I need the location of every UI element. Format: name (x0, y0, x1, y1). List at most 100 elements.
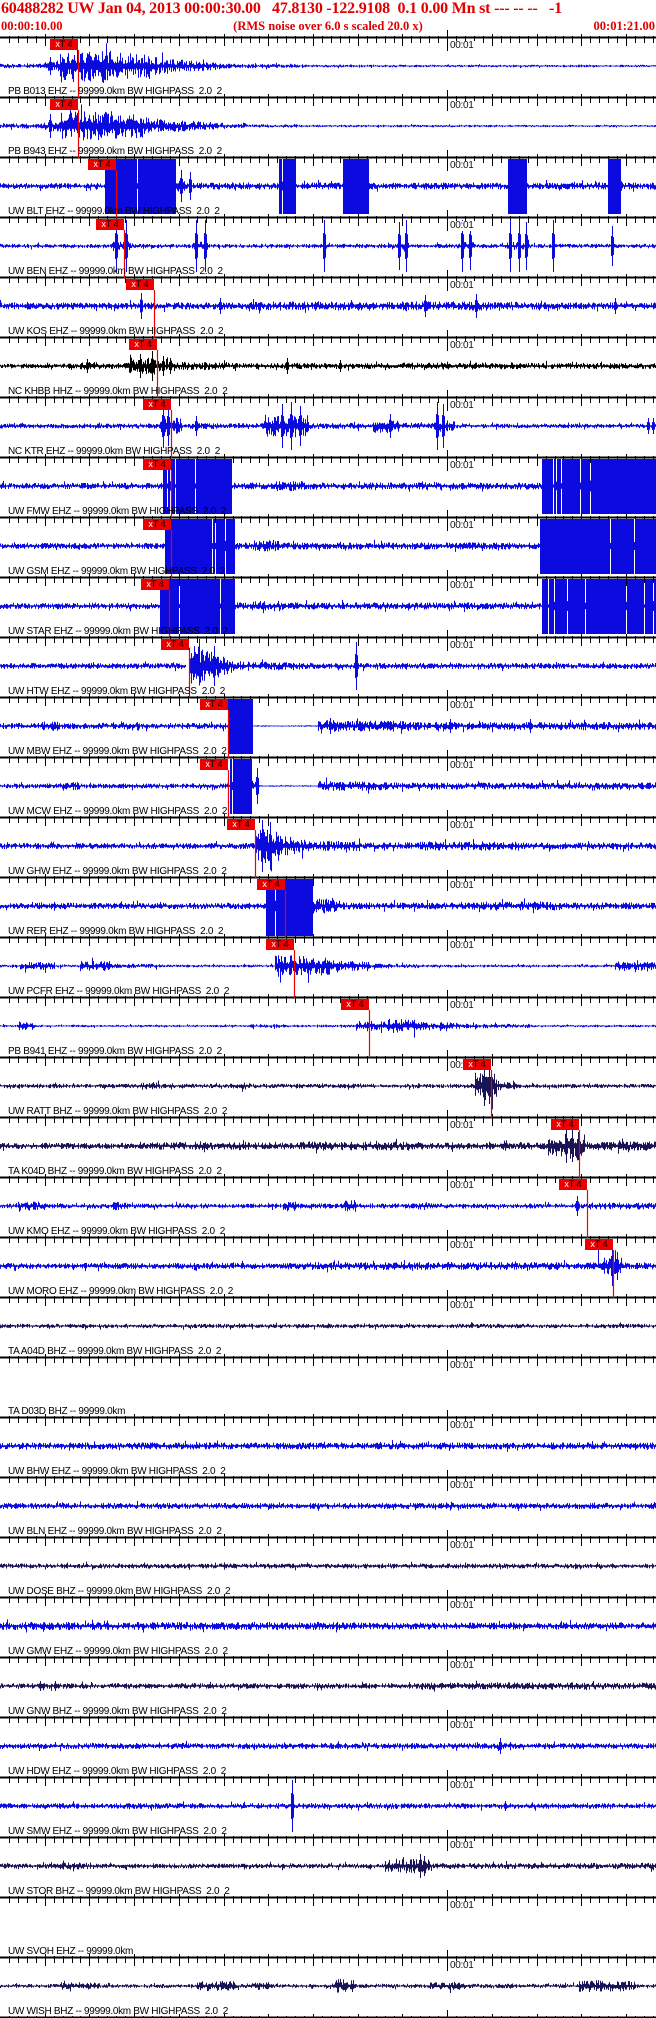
pick-flag-uw-ghw-ehz[interactable]: xT 4 (227, 819, 255, 830)
pick-flag-pb-b941-ehz[interactable]: xT 4 (341, 999, 369, 1010)
trace-label-pb-b943-ehz: PB B943 EHZ -- 99999.0km BW HIGHPASS 2.0… (8, 146, 222, 157)
pick-flag-pb-b943-ehz[interactable]: xT 4 (50, 99, 78, 110)
minute-label: 00:01 (449, 1180, 475, 1191)
pick-flag-pb-b013-ehz[interactable]: xT 4 (50, 39, 78, 50)
minute-label: 00:01 (449, 1900, 475, 1911)
trace-label-uw-gsm-ehz: UW GSM EHZ -- 99999.0km BW HIGHPASS 2.0 … (8, 566, 225, 577)
pick-flag-phase: T 4 (350, 999, 364, 1009)
minute-label: 00:01 (449, 1480, 475, 1491)
minute-label: 00:01 (449, 640, 475, 651)
minute-label: 00:01 (449, 880, 475, 891)
waveform-pb-b943-ehz (0, 104, 656, 141)
pick-flag-uw-fmw-ehz[interactable]: xT 4 (143, 459, 171, 470)
pick-flag-uw-kos-ehz[interactable]: xT 4 (126, 279, 154, 290)
waveform-nc-ktr-ehz (0, 402, 656, 450)
trace-label-uw-ben-ehz: UW BEN EHZ -- 99999.0km BW HIGHPASS 2.0 … (8, 266, 223, 277)
trace-label-uw-ghw-ehz: UW GHW EHZ -- 99999.0km BW HIGHPASS 2.0 … (8, 866, 227, 877)
pick-flag-uw-ratt-bhz[interactable]: xT 4 (463, 1059, 491, 1070)
minute-label: 00:01 (449, 460, 475, 471)
minute-label: 00:01 (449, 1540, 475, 1551)
minute-label: 00:01 (449, 400, 475, 411)
pick-flag-uw-gsm-ehz[interactable]: xT 4 (143, 519, 171, 530)
waveform-uw-gmw-ehz (0, 1619, 656, 1633)
pick-flag-phase: T 4 (59, 99, 73, 109)
pick-flag-phase: T 4 (152, 519, 166, 529)
pick-flag-phase: T 4 (170, 639, 184, 649)
waveform-uw-wish-bhz (0, 1978, 656, 1993)
pick-flag-uw-htw-ehz[interactable]: xT 4 (161, 639, 189, 650)
waveform-uw-ratt-bhz (0, 1066, 656, 1110)
pick-flag-phase: T 4 (97, 159, 111, 169)
pick-flag-uw-blt-ehz[interactable]: xT 4 (88, 159, 116, 170)
pick-flag-uw-mcw-ehz[interactable]: xT 4 (200, 759, 228, 770)
minute-label: 00:01 (449, 1240, 475, 1251)
trace-label-uw-dose-bhz: UW DOSE BHZ -- 99999.0km BW HIGHPASS 2.0… (8, 1586, 231, 1597)
minute-label: 00:01 (449, 940, 475, 951)
minute-label: 00:01 (449, 40, 475, 51)
trace-label-uw-fmw-ehz: UW FMW EHZ -- 99999.0km BW HIGHPASS 2.0 … (8, 506, 227, 517)
minute-label: 00:01 (449, 760, 475, 771)
trace-label-uw-ratt-bhz: UW RATT BHZ -- 99999.0km BW HIGHPASS 2.0… (8, 1106, 228, 1117)
pick-flag-phase: T 4 (150, 579, 164, 589)
pick-flag-ta-k04d-bhz[interactable]: xT 4 (551, 1119, 579, 1130)
pick-flag-phase: T 4 (594, 1239, 608, 1249)
pick-flag-phase: T 4 (472, 1059, 486, 1069)
minute-label: 00:01 (449, 280, 475, 291)
trace-label-ta-a04d-bhz: TA A04D BHZ -- 99999.0km BW HIGHPASS 2.0… (8, 1346, 222, 1357)
pick-flag-phase: T 4 (209, 699, 223, 709)
trace-label-uw-bln-ehz: UW BLN EHZ -- 99999.0km BW HIGHPASS 2.0 … (8, 1526, 222, 1537)
pick-flag-phase: T 4 (105, 219, 119, 229)
waveform-uw-hdw-ehz (0, 1738, 656, 1754)
minute-label: 00:01 (449, 1120, 475, 1131)
pick-flag-phase: T 4 (209, 759, 223, 769)
minute-label: 00:01 (449, 1780, 475, 1791)
trace-label-uw-hdw-ehz: UW HDW EHZ -- 99999.0km BW HIGHPASS 2.0 … (8, 1766, 227, 1777)
pick-flag-nc-ktr-ehz[interactable]: xT 4 (143, 399, 171, 410)
pick-flag-uw-rer-ehz[interactable]: xT 4 (257, 879, 285, 890)
pick-flag-uw-moro-ehz[interactable]: xT 4 (585, 1239, 613, 1250)
pick-flag-nc-khbb-hhz[interactable]: xT 4 (129, 339, 157, 350)
minute-label: 00:01 (449, 1300, 475, 1311)
trace-label-uw-star-ehz: UW STAR EHZ -- 99999.0km BW HIGHPASS 2.0… (8, 626, 228, 637)
trace-label-uw-mbw-ehz: UW MBW EHZ -- 99999.0km BW HIGHPASS 2.0 … (8, 746, 227, 757)
seismic-waveform-viewer: 60488282 UW Jan 04, 2013 00:00:30.00 47.… (0, 0, 656, 2018)
minute-label: 00:01 (449, 100, 475, 111)
pick-flag-uw-ben-ehz[interactable]: xT 4 (96, 219, 124, 230)
waveform-uw-dose-bhz (0, 1561, 656, 1571)
trace-label-uw-pcfr-ehz: UW PCFR EHZ -- 99999.0km BW HIGHPASS 2.0… (8, 986, 230, 997)
trace-label-uw-gmw-ehz: UW GMW EHZ -- 99999.0km BW HIGHPASS 2.0 … (8, 1646, 228, 1657)
waveform-nc-khbb-hhz (0, 351, 656, 381)
minute-label: 00:01 (449, 1660, 475, 1671)
pick-flag-phase: T 4 (266, 879, 280, 889)
waveform-uw-gnw-bhz (0, 1680, 656, 1692)
trace-label-uw-blt-ehz: UW BLT EHZ -- 99999.0km BW HIGHPASS 2.0 … (8, 206, 220, 217)
trace-label-pb-b941-ehz: PB B941 EHZ -- 99999.0km BW HIGHPASS 2.0… (8, 1046, 222, 1057)
waveform-pb-b941-ehz (0, 1018, 656, 1038)
pick-flag-phase: T 4 (152, 459, 166, 469)
trace-label-uw-smw-ehz: UW SMW EHZ -- 99999.0km BW HIGHPASS 2.0 … (8, 1826, 227, 1837)
waveform-uw-bhw-ehz (0, 1440, 656, 1452)
trace-label-uw-bhw-ehz: UW BHW EHZ -- 99999.0km BW HIGHPASS 2.0 … (8, 1466, 226, 1477)
trace-label-uw-rer-ehz: UW RER EHZ -- 99999.0km BW HIGHPASS 2.0 … (8, 926, 224, 937)
pick-flag-uw-kmo-ehz[interactable]: xT 4 (559, 1179, 587, 1190)
pick-flag-uw-star-ehz[interactable]: xT 4 (141, 579, 169, 590)
waveform-uw-ghw-ehz (0, 820, 656, 872)
minute-label: 00:01 (449, 580, 475, 591)
pick-flag-phase: T 4 (135, 279, 149, 289)
trace-label-uw-kos-ehz: UW KOS EHZ -- 99999.0km BW HIGHPASS 2.0 … (8, 326, 224, 337)
trace-label-uw-gnw-bhz: UW GNW BHZ -- 99999.0km BW HIGHPASS 2.0 … (8, 1706, 227, 1717)
pick-flag-uw-mbw-ehz[interactable]: xT 4 (200, 699, 228, 710)
pick-flag-uw-pcfr-ehz[interactable]: xT 4 (266, 939, 294, 950)
trace-label-uw-htw-ehz: UW HTW EHZ -- 99999.0km BW HIGHPASS 2.0 … (8, 686, 225, 697)
waveform-uw-smw-ehz (0, 1780, 656, 1832)
minute-label: 00:01 (449, 1600, 475, 1611)
waveform-uw-htw-ehz (0, 639, 656, 690)
minute-label: 00:01 (449, 1960, 475, 1971)
waveform-uw-kmo-ehz (0, 1196, 656, 1216)
waveform-ta-a04d-bhz (0, 1322, 656, 1330)
waveform-uw-kos-ehz (0, 293, 656, 319)
waveform-uw-bln-ehz (0, 1500, 656, 1511)
waveform-pb-b013-ehz (0, 43, 656, 83)
pick-flag-phase: T 4 (138, 339, 152, 349)
minute-label: 00:01 (449, 1000, 475, 1011)
